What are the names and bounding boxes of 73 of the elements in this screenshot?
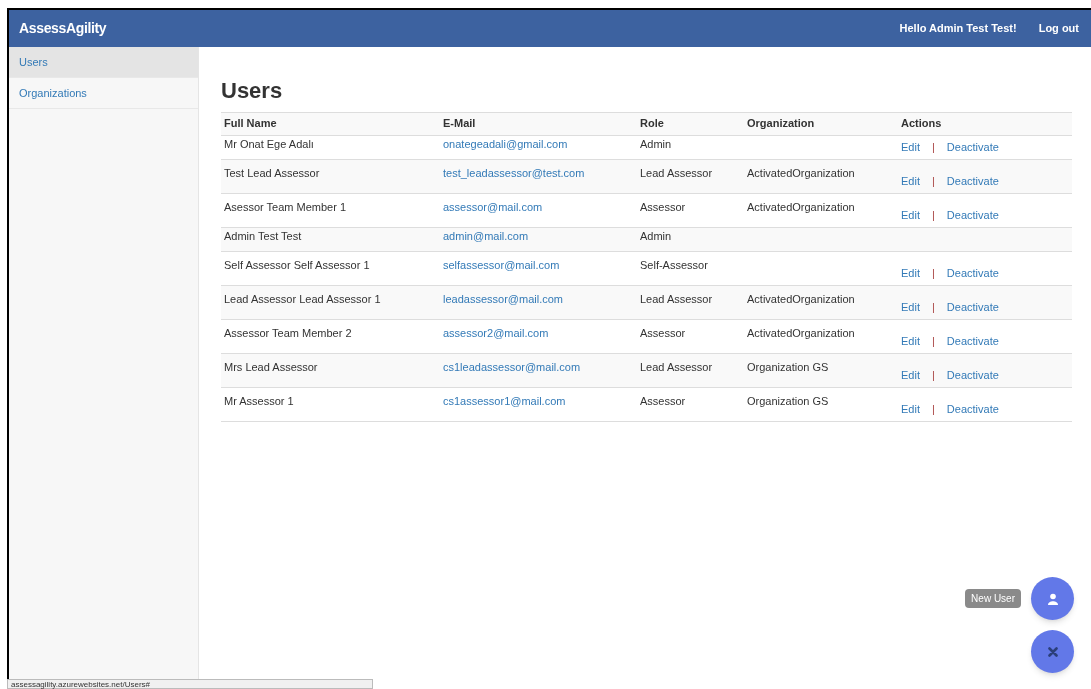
separator-text: | xyxy=(931,174,935,190)
edit-link[interactable]: Edit xyxy=(901,333,920,350)
role-cell-text: Lead Assessor xyxy=(640,359,714,375)
sidebar-item[interactable]: Users xyxy=(9,47,198,78)
name-cell-text: Mr Assessor 1 xyxy=(224,393,295,409)
user-icon xyxy=(1046,592,1059,605)
column-header: Role xyxy=(640,116,665,132)
email-link[interactable]: cs1assessor1@mail.com xyxy=(443,392,640,409)
edit-link[interactable]: Edit xyxy=(901,401,920,418)
edit-link[interactable]: Edit xyxy=(901,299,920,316)
separator-text: | xyxy=(931,334,935,350)
role-cell-text: Assessor xyxy=(640,325,687,341)
separator-text: | xyxy=(931,139,935,155)
organization-cell-text: Organization GS xyxy=(747,359,830,375)
edit-link[interactable]: Edit xyxy=(901,173,920,190)
role-cell-text: Lead Assessor xyxy=(640,165,714,181)
edit-link[interactable]: Edit xyxy=(901,265,920,282)
deactivate-link[interactable]: Deactivate xyxy=(946,265,999,282)
close-button[interactable] xyxy=(1031,630,1074,673)
email-link[interactable]: leadassessor@mail.com xyxy=(443,290,640,307)
email-link[interactable]: onategeadali@gmail.com xyxy=(443,135,640,152)
email-link[interactable]: selfassessor@mail.com xyxy=(443,256,640,273)
page-title: Users xyxy=(221,77,284,105)
deactivate-link[interactable]: Deactivate xyxy=(946,138,999,156)
organization-cell-text: ActivatedOrganization xyxy=(747,199,856,215)
separator-text: | xyxy=(931,402,935,418)
deactivate-link[interactable]: Deactivate xyxy=(946,207,999,224)
email-link[interactable]: cs1leadassessor@mail.com xyxy=(443,358,640,375)
close-icon xyxy=(1047,646,1058,657)
column-header: Organization xyxy=(747,116,816,132)
logout-link[interactable]: Log out xyxy=(1038,20,1079,37)
role-cell-text: Assessor xyxy=(640,393,687,409)
role-cell-text: Admin xyxy=(640,136,673,152)
deactivate-link[interactable]: Deactivate xyxy=(946,401,999,418)
email-link[interactable]: assessor2@mail.com xyxy=(443,324,640,341)
email-link[interactable]: assessor@mail.com xyxy=(443,198,640,215)
edit-link[interactable]: Edit xyxy=(901,207,920,224)
status-bar-url: assessagility.azurewebsites.net/Users# xyxy=(7,679,373,689)
deactivate-link[interactable]: Deactivate xyxy=(946,333,999,350)
organization-cell-text: ActivatedOrganization xyxy=(747,325,856,341)
edit-link[interactable]: Edit xyxy=(901,138,920,156)
separator-text: | xyxy=(931,300,935,316)
name-cell-text: Assessor Team Member 2 xyxy=(224,325,353,341)
column-header: Actions xyxy=(901,116,943,132)
new-user-button[interactable] xyxy=(1031,577,1074,620)
name-cell-text: Asessor Team Member 1 xyxy=(224,199,348,215)
column-header: E-Mail xyxy=(443,116,477,132)
name-cell-text: Self Assessor Self Assessor 1 xyxy=(224,257,371,273)
role-cell-text: Self-Assessor xyxy=(640,257,709,273)
email-link[interactable]: test_leadassessor@test.com xyxy=(443,164,640,181)
new-user-tooltip: New User xyxy=(965,589,1021,608)
name-cell-text: Mr Onat Ege Adalı xyxy=(224,136,315,152)
organization-cell-text: ActivatedOrganization xyxy=(747,165,856,181)
name-cell-text: Admin Test Test xyxy=(224,228,303,244)
deactivate-link[interactable]: Deactivate xyxy=(946,173,999,190)
separator-text: | xyxy=(931,266,935,282)
role-cell-text: Admin xyxy=(640,228,673,244)
role-cell-text: Lead Assessor xyxy=(640,291,714,307)
greeting-text: Hello Admin Test Test! xyxy=(899,21,1017,37)
separator-text: | xyxy=(931,368,935,384)
brand-link[interactable]: AssessAgility xyxy=(19,18,107,39)
name-cell-text: Mrs Lead Assessor xyxy=(224,359,319,375)
column-header: Full Name xyxy=(224,116,278,132)
deactivate-link[interactable]: Deactivate xyxy=(946,367,999,384)
organization-cell-text: Organization GS xyxy=(747,393,830,409)
name-cell-text: Lead Assessor Lead Assessor 1 xyxy=(224,291,382,307)
role-cell-text: Assessor xyxy=(640,199,687,215)
organization-cell-text: ActivatedOrganization xyxy=(747,291,856,307)
edit-link[interactable]: Edit xyxy=(901,367,920,384)
email-link[interactable]: admin@mail.com xyxy=(443,227,640,244)
name-cell-text: Test Lead Assessor xyxy=(224,165,321,181)
separator-text: | xyxy=(931,208,935,224)
deactivate-link[interactable]: Deactivate xyxy=(946,299,999,316)
